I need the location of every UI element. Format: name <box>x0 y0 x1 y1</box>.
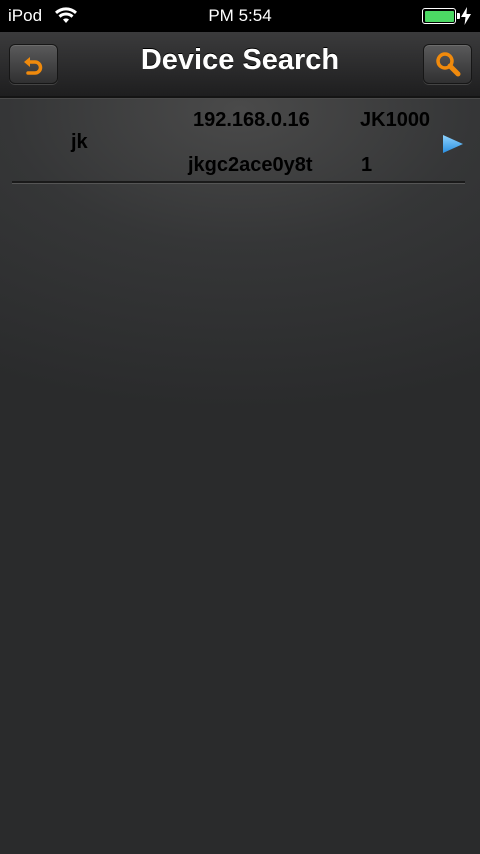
device-model: JK1000 <box>360 109 431 131</box>
device-ip: 192.168.0.16 <box>193 109 310 131</box>
search-button[interactable] <box>423 44 472 84</box>
device-list-item[interactable]: jk 192.168.0.16 JK1000 jkgc2ace0y8t 1 <box>12 101 465 183</box>
disclosure-arrow-icon[interactable] <box>442 134 464 154</box>
device-id: jkgc2ace0y8t <box>188 154 313 176</box>
device-search-screen: iPod PM 5:54 Device Search jk 192.168.0.… <box>0 0 480 854</box>
clock: PM 5:54 <box>208 6 272 25</box>
status-bar: iPod PM 5:54 <box>0 0 480 32</box>
device-name: jk <box>71 131 88 153</box>
magnifier-icon <box>435 52 460 77</box>
battery-icon <box>422 8 460 24</box>
page-title: Device Search <box>140 44 340 76</box>
device-channel: 1 <box>361 154 373 176</box>
navigation-bar: Device Search <box>0 32 480 98</box>
charging-icon <box>461 7 471 25</box>
